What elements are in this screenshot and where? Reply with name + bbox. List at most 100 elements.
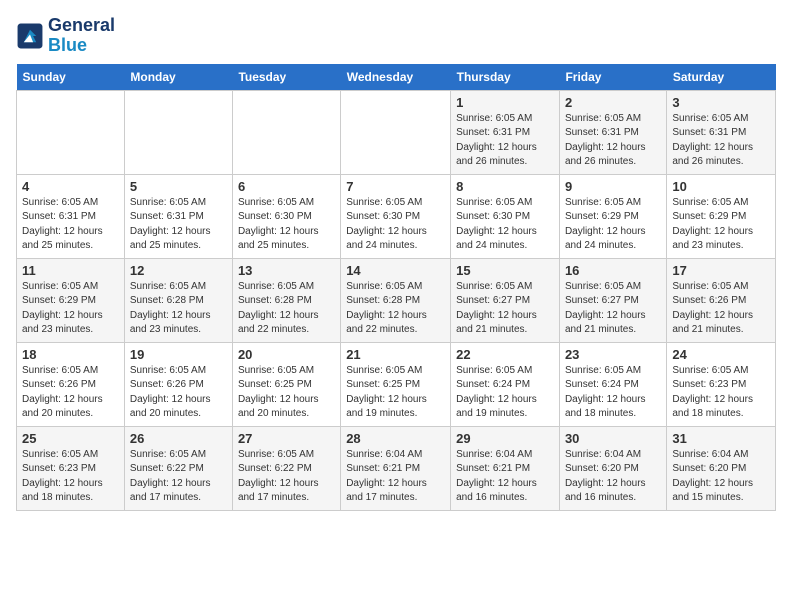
calendar-week-row: 1 Sunrise: 6:05 AM Sunset: 6:31 PM Daylig… bbox=[17, 90, 776, 174]
calendar-week-row: 25 Sunrise: 6:05 AM Sunset: 6:23 PM Dayli… bbox=[17, 426, 776, 510]
calendar-cell: 16 Sunrise: 6:05 AM Sunset: 6:27 PM Dayli… bbox=[559, 258, 666, 342]
calendar-cell bbox=[124, 90, 232, 174]
calendar-cell: 8Sunrise: 6:05 AM Sunset: 6:30 PM Daylig… bbox=[451, 174, 560, 258]
day-detail: Sunrise: 6:05 AM Sunset: 6:23 PM Dayligh… bbox=[22, 448, 119, 506]
calendar-cell: 29Sunrise: 6:04 AM Sunset: 6:21 PM Dayli… bbox=[451, 426, 560, 510]
day-header-tuesday: Tuesday bbox=[232, 64, 340, 91]
calendar-week-row: 11 Sunrise: 6:05 AM Sunset: 6:29 PM Dayli… bbox=[17, 258, 776, 342]
day-number: 4 bbox=[22, 179, 119, 194]
day-detail: Sunrise: 6:05 AM Sunset: 6:24 PM Dayligh… bbox=[456, 364, 554, 422]
calendar-cell: 19Sunrise: 6:05 AM Sunset: 6:26 PM Dayli… bbox=[124, 342, 232, 426]
day-detail: Sunrise: 6:05 AM Sunset: 6:24 PM Dayligh… bbox=[565, 364, 661, 422]
day-number: 3 bbox=[672, 95, 770, 110]
day-detail: Sunrise: 6:05 AM Sunset: 6:29 PM Dayligh… bbox=[565, 196, 661, 254]
day-header-wednesday: Wednesday bbox=[341, 64, 451, 91]
day-detail: Sunrise: 6:05 AM Sunset: 6:26 PM Dayligh… bbox=[22, 364, 119, 422]
calendar-cell: 24 Sunrise: 6:05 AM Sunset: 6:23 PM Dayli… bbox=[667, 342, 776, 426]
day-number: 21 bbox=[346, 347, 445, 362]
calendar-cell: 4 Sunrise: 6:05 AM Sunset: 6:31 PM Daylig… bbox=[17, 174, 125, 258]
day-number: 20 bbox=[238, 347, 335, 362]
day-detail: Sunrise: 6:05 AM Sunset: 6:28 PM Dayligh… bbox=[130, 280, 227, 338]
calendar-table: SundayMondayTuesdayWednesdayThursdayFrid… bbox=[16, 64, 776, 511]
calendar-cell: 12 Sunrise: 6:05 AM Sunset: 6:28 PM Dayli… bbox=[124, 258, 232, 342]
logo: General Blue bbox=[16, 16, 115, 56]
day-detail: Sunrise: 6:05 AM Sunset: 6:26 PM Dayligh… bbox=[130, 364, 227, 422]
day-number: 11 bbox=[22, 263, 119, 278]
calendar-cell: 6 Sunrise: 6:05 AM Sunset: 6:30 PM Daylig… bbox=[232, 174, 340, 258]
page-header: General Blue bbox=[16, 16, 776, 56]
calendar-cell: 28Sunrise: 6:04 AM Sunset: 6:21 PM Dayli… bbox=[341, 426, 451, 510]
calendar-cell: 20Sunrise: 6:05 AM Sunset: 6:25 PM Dayli… bbox=[232, 342, 340, 426]
calendar-cell: 17 Sunrise: 6:05 AM Sunset: 6:26 PM Dayli… bbox=[667, 258, 776, 342]
day-detail: Sunrise: 6:05 AM Sunset: 6:27 PM Dayligh… bbox=[565, 280, 661, 338]
day-detail: Sunrise: 6:05 AM Sunset: 6:29 PM Dayligh… bbox=[22, 280, 119, 338]
calendar-cell bbox=[341, 90, 451, 174]
day-number: 15 bbox=[456, 263, 554, 278]
calendar-cell: 2Sunrise: 6:05 AM Sunset: 6:31 PM Daylig… bbox=[559, 90, 666, 174]
day-number: 1 bbox=[456, 95, 554, 110]
day-detail: Sunrise: 6:05 AM Sunset: 6:30 PM Dayligh… bbox=[238, 196, 335, 254]
day-number: 25 bbox=[22, 431, 119, 446]
calendar-cell: 14 Sunrise: 6:05 AM Sunset: 6:28 PM Dayli… bbox=[341, 258, 451, 342]
day-detail: Sunrise: 6:05 AM Sunset: 6:29 PM Dayligh… bbox=[672, 196, 770, 254]
day-detail: Sunrise: 6:05 AM Sunset: 6:27 PM Dayligh… bbox=[456, 280, 554, 338]
calendar-cell: 10 Sunrise: 6:05 AM Sunset: 6:29 PM Dayli… bbox=[667, 174, 776, 258]
day-number: 17 bbox=[672, 263, 770, 278]
day-number: 16 bbox=[565, 263, 661, 278]
calendar-week-row: 18 Sunrise: 6:05 AM Sunset: 6:26 PM Dayli… bbox=[17, 342, 776, 426]
day-number: 2 bbox=[565, 95, 661, 110]
calendar-cell: 26 Sunrise: 6:05 AM Sunset: 6:22 PM Dayli… bbox=[124, 426, 232, 510]
day-number: 18 bbox=[22, 347, 119, 362]
day-detail: Sunrise: 6:05 AM Sunset: 6:22 PM Dayligh… bbox=[238, 448, 335, 506]
calendar-cell: 9Sunrise: 6:05 AM Sunset: 6:29 PM Daylig… bbox=[559, 174, 666, 258]
day-detail: Sunrise: 6:05 AM Sunset: 6:23 PM Dayligh… bbox=[672, 364, 770, 422]
day-header-thursday: Thursday bbox=[451, 64, 560, 91]
day-detail: Sunrise: 6:05 AM Sunset: 6:31 PM Dayligh… bbox=[456, 112, 554, 170]
day-number: 22 bbox=[456, 347, 554, 362]
day-detail: Sunrise: 6:04 AM Sunset: 6:20 PM Dayligh… bbox=[565, 448, 661, 506]
day-number: 5 bbox=[130, 179, 227, 194]
calendar-cell: 30 Sunrise: 6:04 AM Sunset: 6:20 PM Dayli… bbox=[559, 426, 666, 510]
day-detail: Sunrise: 6:04 AM Sunset: 6:20 PM Dayligh… bbox=[672, 448, 770, 506]
day-number: 13 bbox=[238, 263, 335, 278]
day-number: 24 bbox=[672, 347, 770, 362]
logo-icon bbox=[16, 22, 44, 50]
day-number: 12 bbox=[130, 263, 227, 278]
day-number: 6 bbox=[238, 179, 335, 194]
day-detail: Sunrise: 6:04 AM Sunset: 6:21 PM Dayligh… bbox=[346, 448, 445, 506]
calendar-cell: 21 Sunrise: 6:05 AM Sunset: 6:25 PM Dayli… bbox=[341, 342, 451, 426]
day-number: 27 bbox=[238, 431, 335, 446]
calendar-cell bbox=[17, 90, 125, 174]
calendar-cell: 31 Sunrise: 6:04 AM Sunset: 6:20 PM Dayli… bbox=[667, 426, 776, 510]
calendar-cell: 13 Sunrise: 6:05 AM Sunset: 6:28 PM Dayli… bbox=[232, 258, 340, 342]
calendar-cell: 23 Sunrise: 6:05 AM Sunset: 6:24 PM Dayli… bbox=[559, 342, 666, 426]
day-detail: Sunrise: 6:05 AM Sunset: 6:22 PM Dayligh… bbox=[130, 448, 227, 506]
day-number: 30 bbox=[565, 431, 661, 446]
calendar-cell bbox=[232, 90, 340, 174]
day-detail: Sunrise: 6:05 AM Sunset: 6:31 PM Dayligh… bbox=[130, 196, 227, 254]
day-number: 14 bbox=[346, 263, 445, 278]
day-header-monday: Monday bbox=[124, 64, 232, 91]
day-detail: Sunrise: 6:05 AM Sunset: 6:25 PM Dayligh… bbox=[346, 364, 445, 422]
day-detail: Sunrise: 6:05 AM Sunset: 6:28 PM Dayligh… bbox=[346, 280, 445, 338]
day-number: 8 bbox=[456, 179, 554, 194]
day-number: 31 bbox=[672, 431, 770, 446]
calendar-week-row: 4 Sunrise: 6:05 AM Sunset: 6:31 PM Daylig… bbox=[17, 174, 776, 258]
day-detail: Sunrise: 6:05 AM Sunset: 6:30 PM Dayligh… bbox=[346, 196, 445, 254]
calendar-cell: 11 Sunrise: 6:05 AM Sunset: 6:29 PM Dayli… bbox=[17, 258, 125, 342]
day-detail: Sunrise: 6:05 AM Sunset: 6:28 PM Dayligh… bbox=[238, 280, 335, 338]
day-number: 23 bbox=[565, 347, 661, 362]
day-number: 10 bbox=[672, 179, 770, 194]
calendar-cell: 15 Sunrise: 6:05 AM Sunset: 6:27 PM Dayli… bbox=[451, 258, 560, 342]
day-number: 29 bbox=[456, 431, 554, 446]
day-number: 26 bbox=[130, 431, 227, 446]
logo-text: General Blue bbox=[48, 16, 115, 56]
calendar-cell: 22 Sunrise: 6:05 AM Sunset: 6:24 PM Dayli… bbox=[451, 342, 560, 426]
day-detail: Sunrise: 6:05 AM Sunset: 6:31 PM Dayligh… bbox=[22, 196, 119, 254]
day-header-sunday: Sunday bbox=[17, 64, 125, 91]
calendar-cell: 7Sunrise: 6:05 AM Sunset: 6:30 PM Daylig… bbox=[341, 174, 451, 258]
calendar-cell: 27 Sunrise: 6:05 AM Sunset: 6:22 PM Dayli… bbox=[232, 426, 340, 510]
calendar-cell: 1 Sunrise: 6:05 AM Sunset: 6:31 PM Daylig… bbox=[451, 90, 560, 174]
day-detail: Sunrise: 6:05 AM Sunset: 6:26 PM Dayligh… bbox=[672, 280, 770, 338]
calendar-cell: 18 Sunrise: 6:05 AM Sunset: 6:26 PM Dayli… bbox=[17, 342, 125, 426]
